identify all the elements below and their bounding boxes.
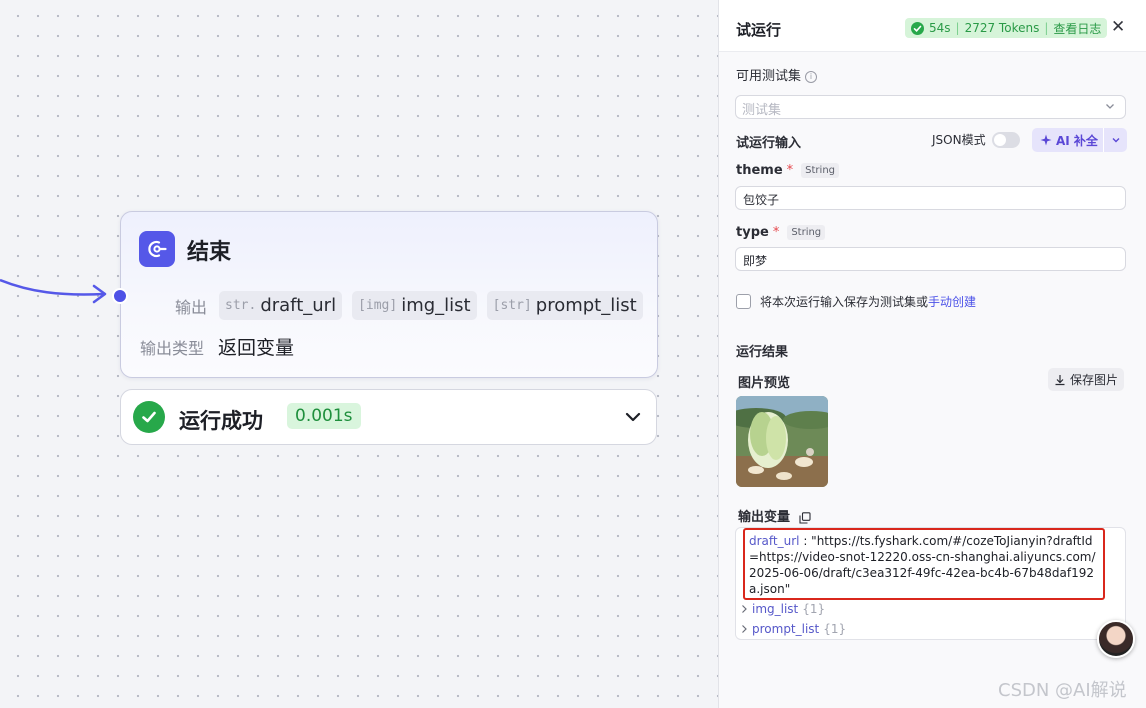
output-tag-label: prompt_list: [535, 295, 637, 316]
ai-fill-main[interactable]: AI 补全: [1032, 132, 1103, 149]
output-tag-prompt-list: [str] prompt_list: [486, 291, 643, 320]
testset-select[interactable]: 测试集: [735, 95, 1126, 119]
view-log-link[interactable]: 查看日志: [1053, 20, 1101, 37]
run-result-label: 运行结果: [736, 345, 789, 360]
image-preview-label: 图片预览: [738, 376, 791, 391]
prompt-list-key: prompt_list: [752, 622, 820, 636]
check-circle-icon: [911, 21, 924, 35]
string-array-type-icon: [str]: [492, 298, 532, 313]
img-list-entry[interactable]: img_list {1}: [741, 602, 825, 616]
save-testset-checkbox[interactable]: [736, 294, 751, 309]
run-stats-badge: 54s | 2727 Tokens | 查看日志: [905, 18, 1108, 38]
output-row: 输出 str. draft_url [img] img_list [str] p…: [175, 291, 643, 320]
output-vars-label-row: 输出变量: [738, 506, 811, 525]
output-type-label: 输出类型: [140, 338, 205, 358]
output-label: 输出: [175, 297, 208, 317]
type-chip: String: [801, 163, 839, 178]
copy-icon[interactable]: [798, 511, 811, 524]
json-mode-label: JSON模式: [932, 133, 986, 147]
output-vars-label: 输出变量: [738, 510, 791, 525]
required-mark: *: [772, 225, 780, 240]
assistant-avatar[interactable]: [1097, 620, 1135, 658]
ai-fill-dropdown[interactable]: [1103, 128, 1127, 152]
output-tag-label: img_list: [401, 295, 471, 316]
end-node-title: 结束: [187, 240, 232, 265]
chevron-right-icon[interactable]: [741, 604, 748, 614]
download-icon: [1055, 374, 1065, 385]
input-port[interactable]: [112, 288, 128, 304]
panel-header: 试运行 54s | 2727 Tokens | 查看日志 ✕: [719, 0, 1146, 52]
manual-create-link[interactable]: 手动创建: [928, 295, 976, 309]
divider: |: [1044, 21, 1049, 35]
preview-image[interactable]: [736, 396, 828, 487]
output-vars-box: draft_url : "https://ts.fyshark.com/#/co…: [735, 527, 1126, 640]
theme-field-label: theme * String: [736, 163, 839, 178]
img-list-key: img_list: [752, 602, 799, 616]
save-testset-text: 将本次运行输入保存为测试集或: [760, 295, 929, 309]
string-type-icon: str.: [225, 298, 257, 313]
close-icon[interactable]: ✕: [1111, 18, 1125, 36]
chevron-right-icon[interactable]: [741, 624, 748, 634]
run-duration: 54s: [929, 21, 951, 35]
prompt-list-count: {1}: [823, 622, 847, 636]
image-array-type-icon: [img]: [358, 298, 398, 313]
panel-title: 试运行: [736, 21, 782, 39]
field-name: type: [736, 225, 769, 240]
end-node-icon: [139, 231, 175, 267]
chevron-down-icon[interactable]: [624, 408, 642, 426]
field-name: theme: [736, 163, 783, 178]
draft-url-value: "https://ts.fyshark.com/#/cozeToJianyin?…: [749, 534, 1096, 596]
ai-fill-button[interactable]: AI 补全: [1032, 128, 1127, 152]
prompt-list-entry[interactable]: prompt_list {1}: [741, 622, 846, 636]
run-time-badge: 0.001s: [287, 403, 361, 429]
json-mode-toggle-row: JSON模式: [932, 131, 1020, 148]
run-input-label: 试运行输入: [736, 136, 802, 151]
theme-input[interactable]: 包饺子: [735, 186, 1126, 210]
testset-placeholder: 测试集: [742, 103, 782, 118]
testset-label: 可用测试集: [736, 69, 802, 84]
output-tag-draft-url: str. draft_url: [219, 291, 343, 320]
check-circle-icon: [133, 401, 165, 433]
output-tag-img-list: [img] img_list: [352, 291, 477, 320]
test-run-panel: 试运行 54s | 2727 Tokens | 查看日志 ✕ 可用测试集 i 测试…: [718, 0, 1146, 708]
sparkle-icon: [1040, 134, 1052, 146]
divider: |: [955, 21, 960, 35]
output-type-value: 返回变量: [218, 337, 295, 359]
testset-label-row: 可用测试集 i: [736, 65, 818, 84]
save-testset-row: 将本次运行输入保存为测试集或手动创建: [736, 293, 976, 310]
connection-edge: [0, 278, 107, 304]
img-list-count: {1}: [802, 602, 826, 616]
output-type-row: 输出类型 返回变量: [140, 333, 294, 360]
type-input[interactable]: 即梦: [735, 247, 1126, 271]
end-node[interactable]: 结束 输出 str. draft_url [img] img_list [str…: [112, 211, 658, 378]
chevron-down-icon: [1106, 104, 1114, 109]
save-image-label: 保存图片: [1070, 373, 1119, 387]
draft-url-key: draft_url: [749, 534, 800, 548]
required-mark: *: [786, 163, 794, 178]
chevron-down-icon: [1112, 138, 1119, 143]
watermark: CSDN @AI解说: [998, 680, 1127, 701]
draft-url-entry: draft_url : "https://ts.fyshark.com/#/co…: [749, 534, 1096, 596]
save-testset-text-wrap: 将本次运行输入保存为测试集或手动创建: [760, 293, 976, 310]
output-tag-label: draft_url: [260, 295, 337, 316]
info-icon[interactable]: i: [805, 70, 818, 83]
save-image-button[interactable]: 保存图片: [1048, 368, 1125, 391]
run-status-bar[interactable]: 运行成功 0.001s: [120, 389, 657, 445]
json-mode-toggle[interactable]: [991, 131, 1020, 148]
token-count: 2727 Tokens: [964, 21, 1040, 35]
type-chip: String: [787, 225, 826, 240]
ai-fill-label: AI 补全: [1056, 133, 1098, 148]
run-status-text: 运行成功: [179, 409, 263, 433]
type-field-label: type * String: [736, 225, 826, 240]
